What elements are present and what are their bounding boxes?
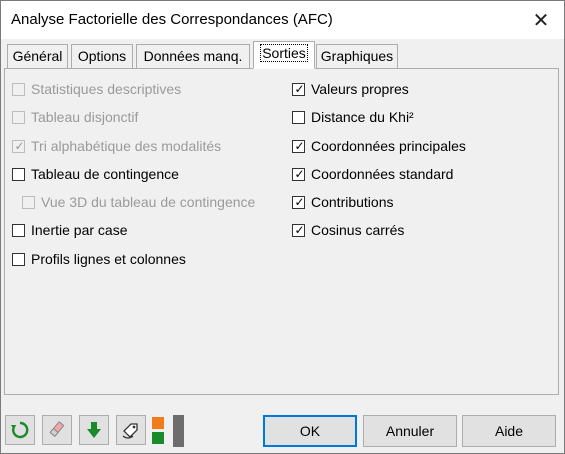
- download-arrow-icon: [87, 422, 101, 438]
- checkbox-vue-3d[interactable]: Vue 3D du tableau de contingence: [22, 192, 255, 212]
- eraser-icon: [49, 421, 64, 437]
- checkbox-box[interactable]: [22, 195, 35, 209]
- check-icon: ✓: [14, 138, 25, 153]
- tag-icon: [122, 423, 138, 439]
- layout-toggle-icon[interactable]: [152, 415, 188, 447]
- tab-options[interactable]: Options: [71, 44, 133, 68]
- checkbox-tableau-de-contingence[interactable]: Tableau de contingence: [12, 164, 179, 184]
- checkbox-profils-lignes-colonnes[interactable]: Profils lignes et colonnes: [12, 249, 186, 269]
- checkbox-box[interactable]: [12, 167, 25, 181]
- checkbox-box[interactable]: [12, 252, 25, 266]
- tab-strip: Général Options Données manq. Sorties Gr…: [1, 41, 564, 69]
- checkbox-box[interactable]: ✓: [292, 138, 305, 153]
- checkbox-coordonnees-standard[interactable]: ✓ Coordonnées standard: [292, 164, 453, 184]
- checkbox-box[interactable]: ✓: [12, 138, 25, 153]
- checkbox-box[interactable]: ✓: [292, 81, 305, 96]
- check-icon: ✓: [294, 138, 305, 153]
- sorties-panel: Statistiques descriptives Tableau disjon…: [4, 68, 559, 395]
- checkbox-box[interactable]: [12, 110, 25, 124]
- button-bar: OK Annuler Aide: [1, 405, 564, 453]
- check-icon: ✓: [294, 81, 305, 96]
- tab-sorties[interactable]: Sorties: [253, 41, 315, 69]
- reset-icon: [11, 421, 29, 439]
- dialog-window: Analyse Factorielle des Correspondances …: [0, 0, 565, 454]
- checkbox-box[interactable]: ✓: [292, 166, 305, 181]
- checkbox-box[interactable]: [12, 82, 25, 96]
- tab-general[interactable]: Général: [7, 44, 68, 68]
- window-title: Analyse Factorielle des Correspondances …: [11, 11, 333, 28]
- tab-donnees-manquantes[interactable]: Données manq.: [136, 44, 250, 68]
- checkbox-box[interactable]: [12, 223, 25, 237]
- checkbox-tri-alphabetique[interactable]: ✓ Tri alphabétique des modalités: [12, 136, 221, 156]
- check-icon: ✓: [294, 222, 305, 237]
- checkbox-coordonnees-principales[interactable]: ✓ Coordonnées principales: [292, 136, 466, 156]
- load-button[interactable]: [79, 415, 109, 445]
- checkbox-statistiques-descriptives[interactable]: Statistiques descriptives: [12, 79, 181, 99]
- checkbox-tableau-disjonctif[interactable]: Tableau disjonctif: [12, 107, 138, 127]
- checkbox-valeurs-propres[interactable]: ✓ Valeurs propres: [292, 79, 409, 99]
- close-icon[interactable]: ✕: [524, 5, 558, 35]
- clear-button[interactable]: [42, 415, 72, 445]
- checkbox-cosinus-carres[interactable]: ✓ Cosinus carrés: [292, 220, 404, 240]
- title-bar: Analyse Factorielle des Correspondances …: [1, 1, 564, 39]
- check-icon: ✓: [294, 166, 305, 181]
- reset-button[interactable]: [5, 415, 35, 445]
- check-icon: ✓: [294, 194, 305, 209]
- tag-button[interactable]: [116, 415, 146, 445]
- tab-graphiques[interactable]: Graphiques: [316, 44, 398, 68]
- checkbox-distance-khi2[interactable]: Distance du Khi²: [292, 107, 414, 127]
- ok-button[interactable]: OK: [263, 415, 357, 447]
- checkbox-contributions[interactable]: ✓ Contributions: [292, 192, 394, 212]
- help-button[interactable]: Aide: [462, 415, 556, 447]
- cancel-button[interactable]: Annuler: [363, 415, 457, 447]
- checkbox-box[interactable]: ✓: [292, 222, 305, 237]
- checkbox-box[interactable]: ✓: [292, 194, 305, 209]
- checkbox-inertie-par-case[interactable]: Inertie par case: [12, 220, 128, 240]
- checkbox-box[interactable]: [292, 110, 305, 124]
